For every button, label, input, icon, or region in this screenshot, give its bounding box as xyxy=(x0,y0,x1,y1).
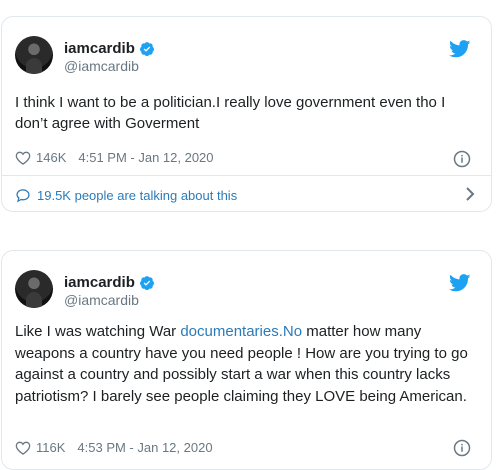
info-icon[interactable] xyxy=(453,439,471,457)
divider xyxy=(2,175,491,176)
author-handle[interactable]: @iamcardib xyxy=(64,58,139,74)
tweet-header: iamcardib @iamcardib xyxy=(15,36,481,76)
like-count[interactable]: 116K xyxy=(36,440,65,455)
chevron-right-icon[interactable] xyxy=(465,187,475,201)
author-name[interactable]: iamcardib xyxy=(64,40,135,57)
twitter-bird-icon[interactable] xyxy=(449,274,471,292)
tweet-timestamp[interactable]: 4:51 PM - Jan 12, 2020 xyxy=(78,150,213,165)
conversation-link[interactable]: 19.5K people are talking about this xyxy=(15,185,475,205)
like-count[interactable]: 146K xyxy=(36,150,66,165)
tweet-text-part: Like I was watching War xyxy=(15,323,181,340)
author-row: iamcardib xyxy=(64,40,155,57)
tweet-text: I think I want to be a politician.I real… xyxy=(15,94,446,132)
tweet-card[interactable]: iamcardib @iamcardib Like I was watching… xyxy=(1,250,492,470)
author-handle[interactable]: @iamcardib xyxy=(64,292,139,308)
verified-badge-icon xyxy=(139,41,154,56)
tweet-meta: 146K 4:51 PM - Jan 12, 2020 xyxy=(15,150,214,165)
tweet-card[interactable]: iamcardib @iamcardib I think I want to b… xyxy=(1,16,492,212)
avatar[interactable] xyxy=(15,270,53,308)
author-row: iamcardib xyxy=(64,274,155,291)
tweet-header: iamcardib @iamcardib xyxy=(15,270,481,310)
tweet-text: Like I was watching War documentaries.No… xyxy=(15,321,475,407)
twitter-bird-icon[interactable] xyxy=(449,40,471,58)
tweet-timestamp[interactable]: 4:53 PM - Jan 12, 2020 xyxy=(77,440,212,455)
avatar[interactable] xyxy=(15,36,53,74)
conversation-count[interactable]: 19.5K people are talking about this xyxy=(37,188,237,203)
heart-icon[interactable] xyxy=(15,151,31,165)
info-icon[interactable] xyxy=(453,150,471,168)
tweet-meta: 116K 4:53 PM - Jan 12, 2020 xyxy=(15,440,213,455)
heart-icon[interactable] xyxy=(15,441,31,455)
author-name[interactable]: iamcardib xyxy=(64,274,135,291)
tweet-link[interactable]: documentaries.No xyxy=(180,323,302,340)
speech-bubble-icon xyxy=(16,188,30,202)
verified-badge-icon xyxy=(139,275,154,290)
